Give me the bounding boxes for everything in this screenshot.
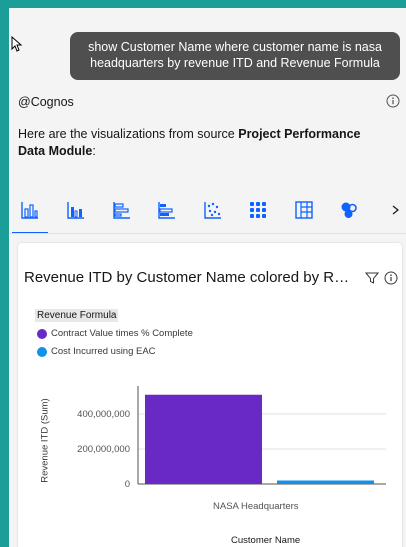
info-icon[interactable] (386, 94, 400, 108)
x-category-label: NASA Headquarters (213, 501, 299, 512)
source-mention: @Cognos (18, 95, 74, 109)
tab-bubble-chart[interactable] (331, 188, 367, 232)
tab-bar-chart[interactable] (12, 188, 48, 234)
chat-panel: show Customer Name where customer name i… (9, 8, 406, 547)
chevron-right-icon[interactable] (389, 200, 403, 220)
tab-stacked-horizontal-bar[interactable] (149, 188, 185, 232)
tab-scatter-plot[interactable] (195, 188, 231, 232)
response-intro: Here are the visualizations from source … (18, 126, 388, 160)
intro-suffix: : (92, 144, 96, 158)
visualization-card: Revenue ITD by Customer Name colored by … (18, 243, 402, 547)
tab-horizontal-bar[interactable] (104, 188, 140, 232)
tab-clustered-bar[interactable] (58, 188, 94, 232)
scatter-plot-icon (204, 202, 221, 219)
tab-table[interactable] (286, 188, 322, 232)
bubble-chart-icon (341, 202, 357, 218)
y-tick-label: 0 (125, 479, 130, 490)
bar-chart: 0 200,000,000 400,000,000 (77, 386, 386, 490)
x-axis-title: Customer Name (231, 535, 301, 546)
tab-dot-grid[interactable] (240, 188, 276, 232)
intro-prefix: Here are the visualizations from source (18, 127, 239, 141)
bar-contract-value[interactable] (145, 394, 262, 484)
clustered-bar-icon (67, 202, 84, 219)
dot-grid-icon (250, 202, 266, 218)
tab-divider (9, 233, 406, 234)
y-tick-label: 200,000,000 (77, 444, 130, 455)
horizontal-bar-icon (113, 202, 130, 219)
bar-cost-incurred[interactable] (277, 480, 374, 485)
table-icon (295, 201, 313, 219)
cursor-icon (11, 36, 23, 52)
bar-chart-icon (21, 202, 38, 219)
y-axis-title: Revenue ITD (Sum) (39, 398, 51, 483)
stacked-horizontal-bar-icon (158, 202, 175, 219)
visualization-tabs (9, 188, 406, 236)
y-tick-label: 400,000,000 (77, 409, 130, 420)
user-message-bubble: show Customer Name where customer name i… (70, 32, 400, 80)
